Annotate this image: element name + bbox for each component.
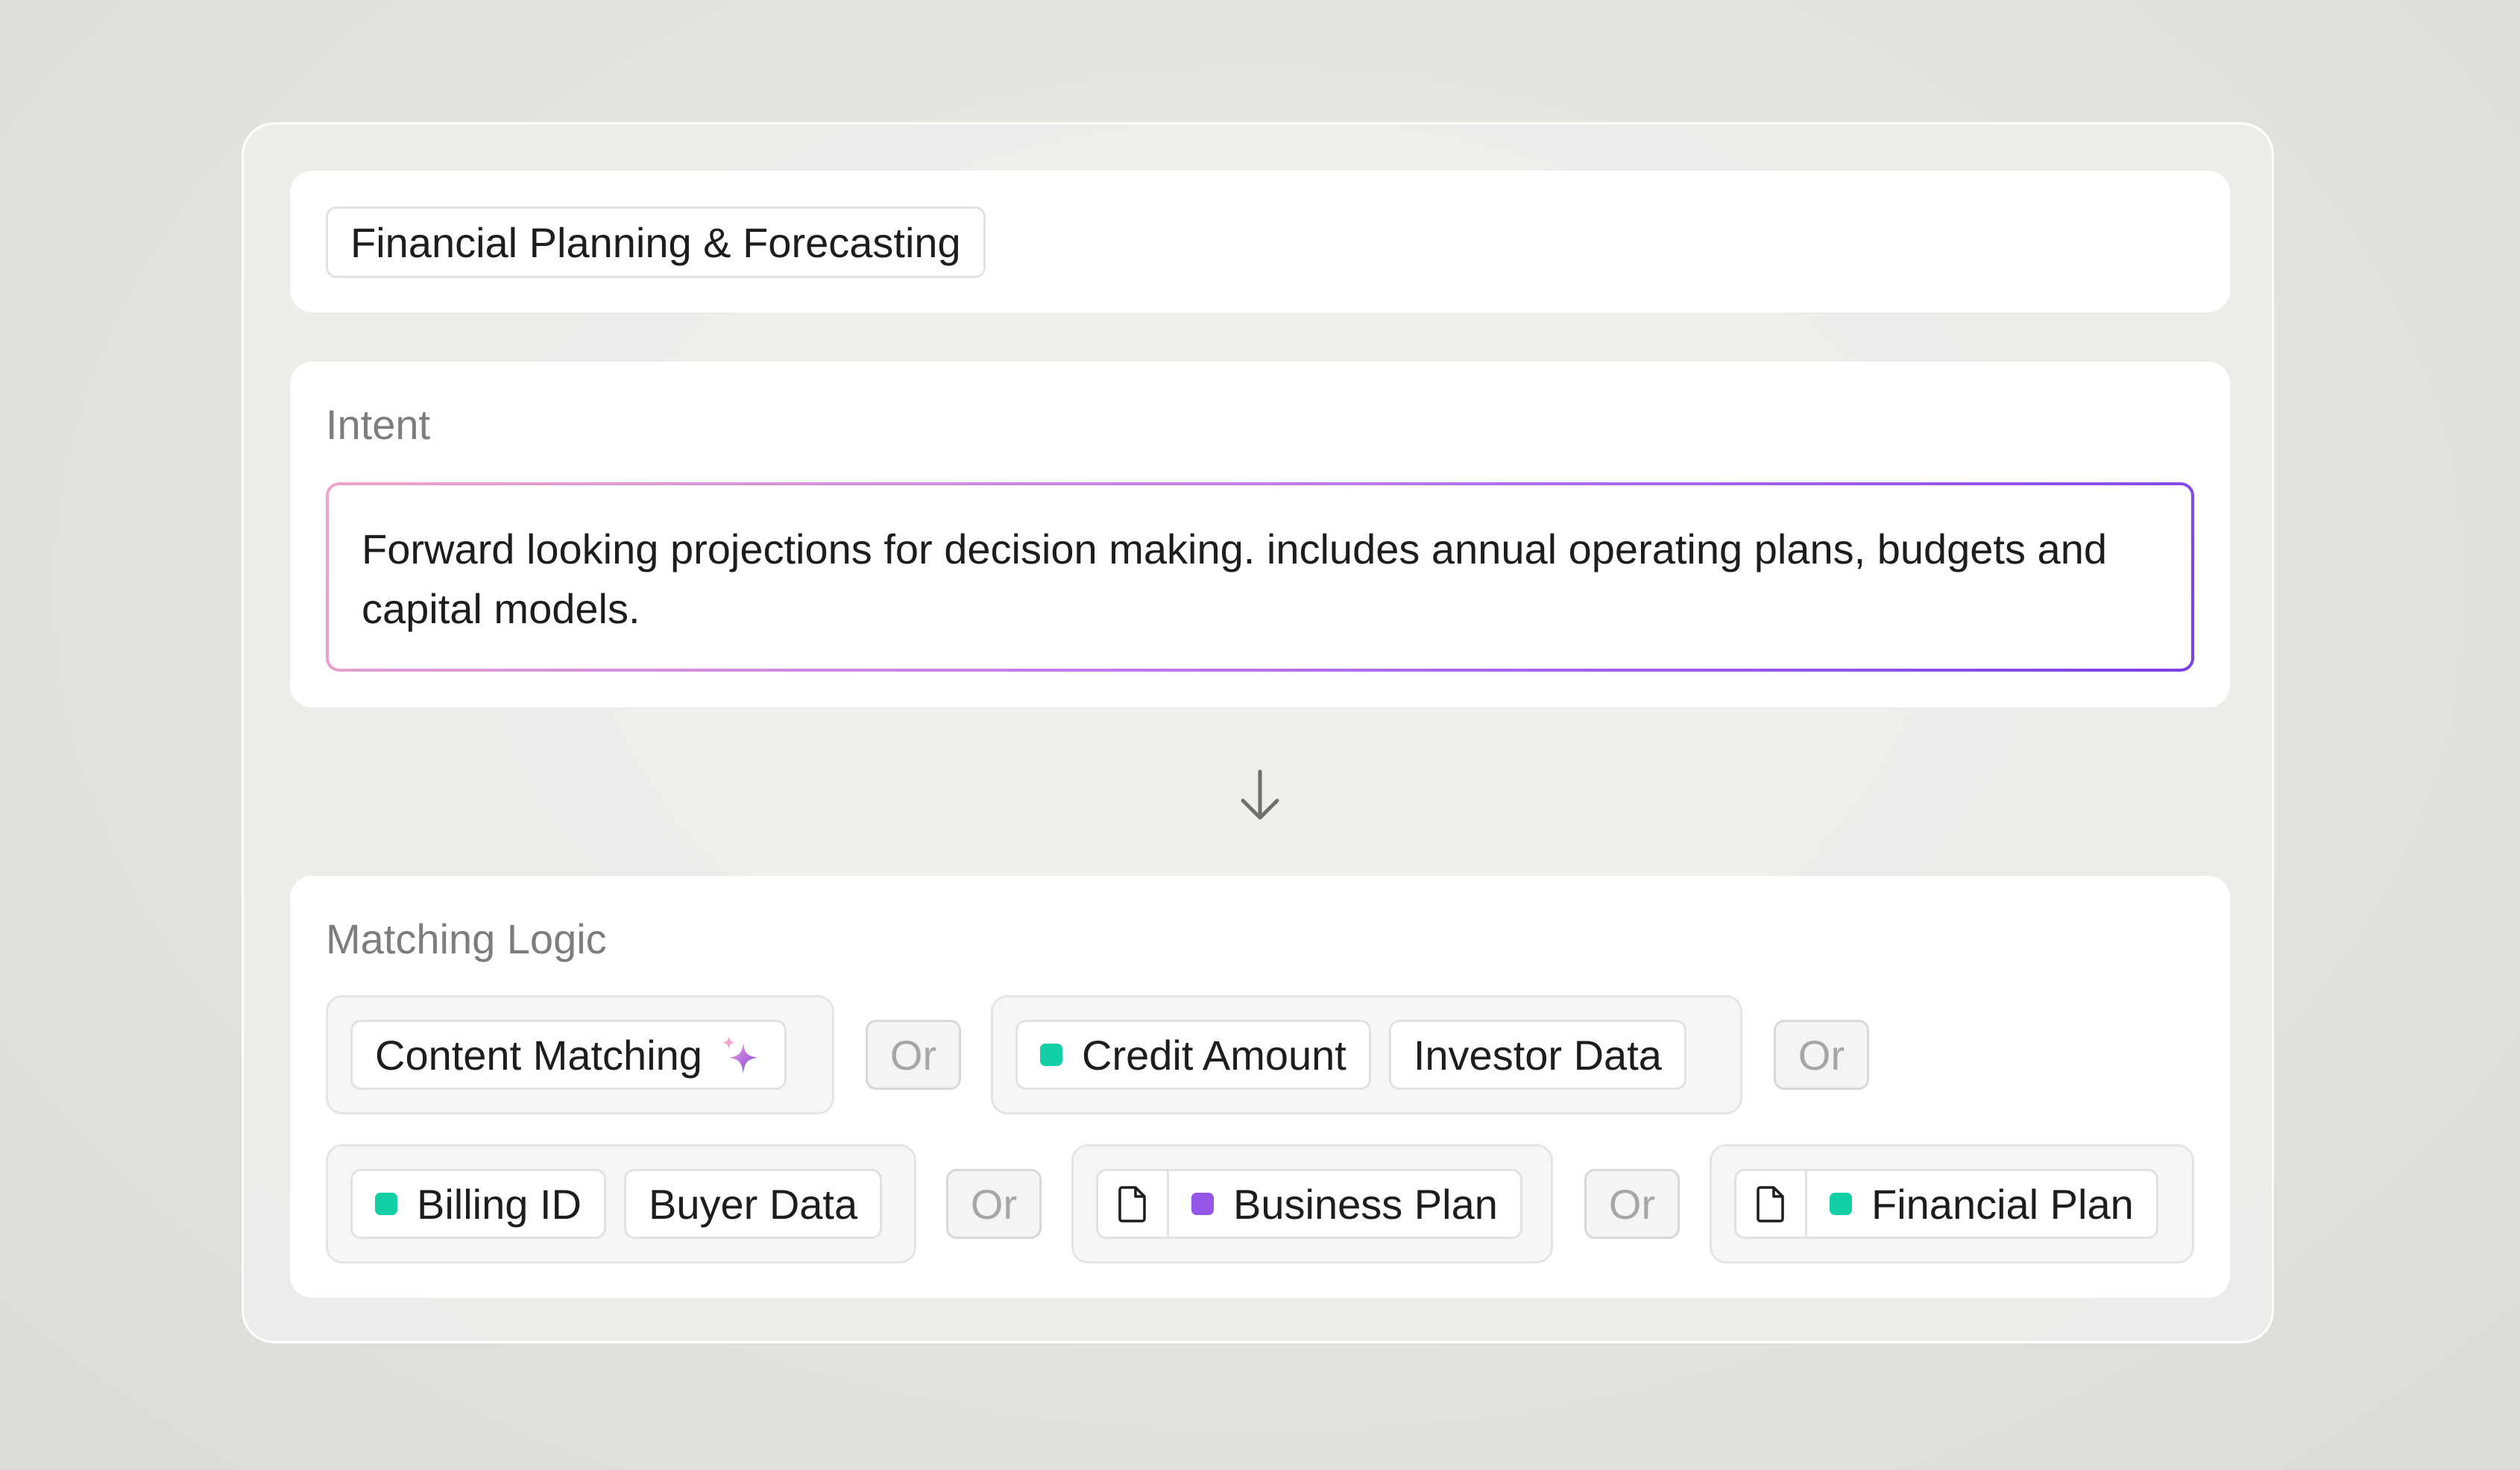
investor-data-chip[interactable]: Investor Data xyxy=(1388,1020,1686,1090)
content-matching-chip[interactable]: Content Matching xyxy=(350,1020,787,1090)
condition-group[interactable]: Credit Amount Investor Data xyxy=(991,995,1742,1114)
matching-logic-card: Matching Logic Content Matching Or Credi… xyxy=(290,876,2230,1298)
rule-panel: Financial Planning & Forecasting Intent … xyxy=(242,122,2274,1343)
document-icon xyxy=(1736,1171,1807,1237)
chip-label: Credit Amount xyxy=(1082,1031,1346,1079)
teal-status-dot xyxy=(1040,1044,1062,1066)
category-title-chip[interactable]: Financial Planning & Forecasting xyxy=(326,206,986,278)
chip-label: Financial Plan xyxy=(1871,1180,2134,1228)
chip-label: Buyer Data xyxy=(648,1180,858,1228)
chip-label: Content Matching xyxy=(375,1031,702,1079)
intent-text[interactable]: Forward looking projections for decision… xyxy=(329,485,2191,669)
teal-status-dot xyxy=(1830,1193,1852,1215)
intent-card: Intent Forward looking projections for d… xyxy=(290,362,2230,707)
business-plan-chip[interactable]: Business Plan xyxy=(1096,1169,1522,1239)
condition-group[interactable]: Content Matching xyxy=(326,995,834,1114)
intent-field[interactable]: Forward looking projections for decision… xyxy=(326,482,2194,672)
buyer-data-chip[interactable]: Buyer Data xyxy=(623,1169,883,1239)
purple-status-dot xyxy=(1191,1193,1214,1215)
or-operator[interactable]: Or xyxy=(946,1169,1042,1239)
or-operator[interactable]: Or xyxy=(866,1020,961,1090)
title-card: Financial Planning & Forecasting xyxy=(290,171,2230,312)
document-icon xyxy=(1098,1171,1169,1237)
condition-group[interactable]: Business Plan xyxy=(1071,1144,1553,1264)
or-operator[interactable]: Or xyxy=(1584,1169,1680,1239)
teal-status-dot xyxy=(375,1193,397,1215)
matching-logic-label: Matching Logic xyxy=(326,915,607,962)
financial-plan-chip[interactable]: Financial Plan xyxy=(1734,1169,2158,1239)
condition-group[interactable]: Financial Plan xyxy=(1710,1144,2194,1264)
condition-group[interactable]: Billing ID Buyer Data xyxy=(326,1144,916,1264)
credit-amount-chip[interactable]: Credit Amount xyxy=(1015,1020,1371,1090)
chip-label: Business Plan xyxy=(1233,1180,1498,1228)
sparkle-icon xyxy=(722,1035,758,1074)
intent-label: Intent xyxy=(326,401,431,448)
chip-label: Billing ID xyxy=(417,1180,582,1228)
chip-label: Investor Data xyxy=(1413,1031,1662,1079)
or-operator[interactable]: Or xyxy=(1774,1020,1869,1090)
arrow-down-icon xyxy=(1241,769,1279,820)
billing-id-chip[interactable]: Billing ID xyxy=(350,1169,606,1239)
